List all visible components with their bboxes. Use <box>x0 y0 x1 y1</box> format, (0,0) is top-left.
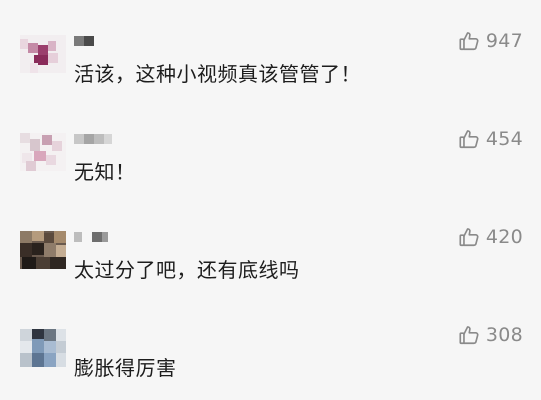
comment-text: 太过分了吧，还有底线吗 <box>74 258 300 282</box>
nickname-redacted[interactable] <box>74 34 98 48</box>
comment-list: 活该，这种小视频真该管管了！ 947 无知！ 454 太过分了吧，还有底线吗 4… <box>0 0 541 400</box>
like-button[interactable]: 454 <box>458 126 523 152</box>
nickname-redacted[interactable] <box>74 132 114 146</box>
avatar[interactable] <box>20 133 66 171</box>
comment-item: 无知！ 454 <box>0 100 541 198</box>
avatar[interactable] <box>20 231 66 269</box>
like-button[interactable]: 420 <box>458 224 523 250</box>
like-button[interactable]: 308 <box>458 322 523 348</box>
like-count: 947 <box>485 30 523 52</box>
avatar[interactable] <box>20 329 66 367</box>
comment-item: 活该，这种小视频真该管管了！ 947 <box>0 2 541 100</box>
comment-text: 活该，这种小视频真该管管了！ <box>74 62 361 86</box>
like-button[interactable]: 947 <box>458 28 523 54</box>
thumbs-up-icon <box>458 128 480 150</box>
thumbs-up-icon <box>458 30 480 52</box>
thumbs-up-icon <box>458 324 480 346</box>
like-count: 454 <box>485 128 523 150</box>
like-count: 420 <box>485 226 523 248</box>
comment-text: 膨胀得厉害 <box>74 356 177 380</box>
thumbs-up-icon <box>458 226 480 248</box>
comment-item: 膨胀得厉害 308 <box>0 296 541 394</box>
nickname-redacted[interactable] <box>74 230 108 244</box>
avatar[interactable] <box>20 35 66 73</box>
comment-text: 无知！ <box>74 160 136 184</box>
comment-item: 太过分了吧，还有底线吗 420 <box>0 198 541 296</box>
like-count: 308 <box>485 324 523 346</box>
